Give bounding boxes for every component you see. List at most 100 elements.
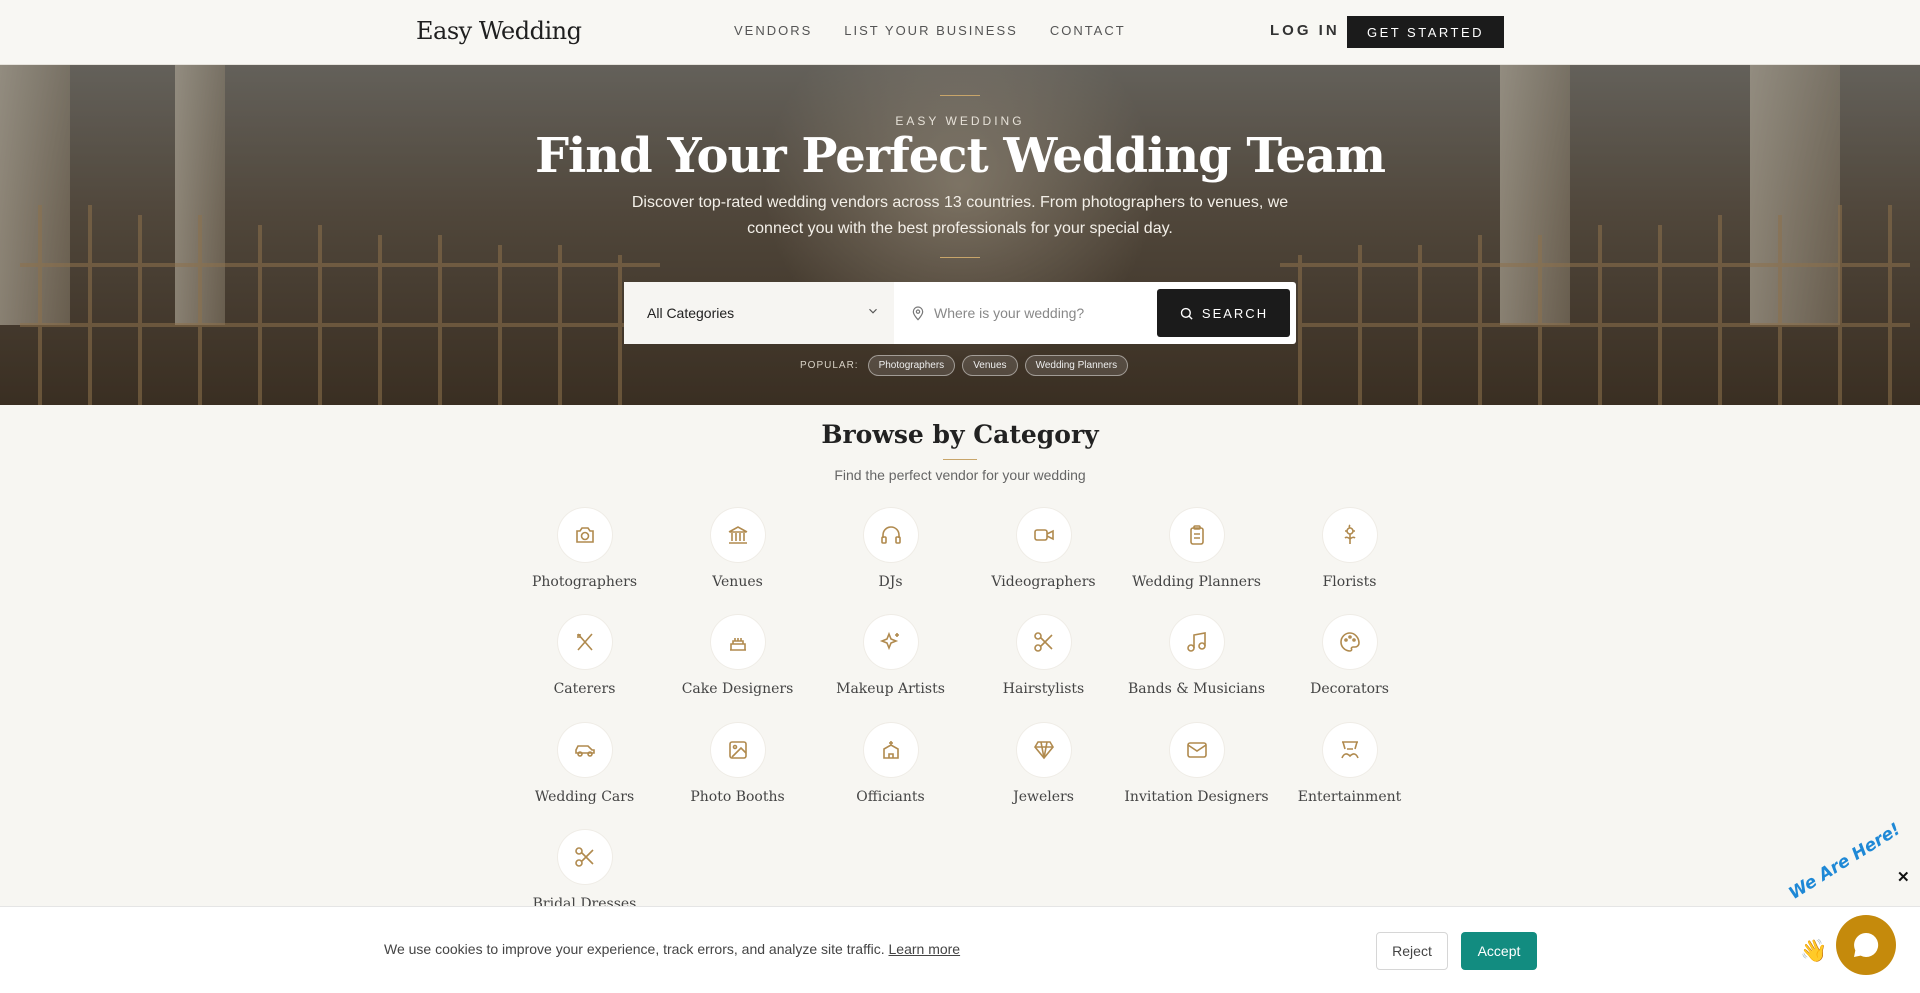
- category-card-officiants[interactable]: Officiants: [814, 723, 967, 805]
- music-icon: [1186, 632, 1206, 652]
- category-card-cake-designers[interactable]: Cake Designers: [661, 615, 814, 697]
- category-name: DJs: [878, 574, 903, 590]
- category-card-photographers[interactable]: Photographers: [508, 508, 661, 590]
- site-header: Easy Wedding VENDORS LIST YOUR BUSINESS …: [0, 0, 1920, 65]
- category-card-photo-booths[interactable]: Photo Booths: [661, 723, 814, 805]
- browse-divider: [943, 459, 977, 460]
- category-name: Videographers: [991, 574, 1096, 590]
- category-icon-circle: [1322, 615, 1377, 669]
- category-name: Bands & Musicians: [1127, 681, 1266, 697]
- popular-chip-photographers[interactable]: Photographers: [867, 355, 956, 376]
- clipboard-icon: [1189, 525, 1204, 545]
- car-icon: [574, 745, 595, 757]
- cookie-accept-button[interactable]: Accept: [1461, 932, 1537, 970]
- category-icon-circle: [863, 723, 918, 777]
- category-name: Officiants: [856, 789, 925, 805]
- category-name: Decorators: [1310, 681, 1389, 697]
- category-name: Entertainment: [1297, 789, 1402, 805]
- hero-divider-top: [940, 95, 980, 96]
- sparkles-icon: [879, 631, 899, 651]
- nav-vendors[interactable]: VENDORS: [734, 23, 812, 38]
- cookie-reject-button[interactable]: Reject: [1376, 932, 1448, 970]
- category-card-decorators[interactable]: Decorators: [1273, 615, 1426, 697]
- popular-chip-venues[interactable]: Venues: [962, 355, 1018, 376]
- cookie-learn-more-link[interactable]: Learn more: [889, 941, 961, 957]
- category-icon-circle: [1016, 723, 1071, 777]
- category-name: Photographers: [531, 574, 638, 590]
- category-card-bands-musicians[interactable]: Bands & Musicians: [1120, 615, 1273, 697]
- headphones-icon: [880, 526, 901, 544]
- landmark-icon: [728, 526, 747, 544]
- cookie-message: We use cookies to improve your experienc…: [384, 941, 960, 957]
- category-card-wedding-planners[interactable]: Wedding Planners: [1120, 508, 1273, 590]
- browse-subtitle: Find the perfect vendor for your wedding: [834, 467, 1086, 483]
- category-icon-circle: [557, 615, 612, 669]
- cake-icon: [729, 638, 746, 651]
- login-link[interactable]: LOG IN: [1270, 22, 1340, 39]
- drama-icon: [1340, 741, 1359, 759]
- category-card-wedding-cars[interactable]: Wedding Cars: [508, 723, 661, 805]
- category-icon-circle: [557, 723, 612, 777]
- category-card-djs[interactable]: DJs: [814, 508, 967, 590]
- image-icon: [728, 741, 747, 759]
- search-button[interactable]: SEARCH: [1157, 289, 1290, 337]
- category-card-jewelers[interactable]: Jewelers: [967, 723, 1120, 805]
- category-icon-circle: [1016, 508, 1071, 562]
- category-icon-circle: [863, 508, 918, 562]
- category-icon-circle: [710, 723, 765, 777]
- main-nav: VENDORS LIST YOUR BUSINESS CONTACT: [734, 23, 1126, 38]
- category-card-caterers[interactable]: Caterers: [508, 615, 661, 697]
- popular-searches: POPULAR: Photographers Venues Wedding Pl…: [800, 355, 1129, 376]
- chat-tagline: We Are Here!: [1785, 819, 1905, 904]
- category-card-makeup-artists[interactable]: Makeup Artists: [814, 615, 967, 697]
- church-icon: [882, 741, 899, 759]
- category-icon-circle: [1016, 615, 1071, 669]
- category-card-hairstylists[interactable]: Hairstylists: [967, 615, 1120, 697]
- hero-subtitle: Discover top-rated wedding vendors acros…: [631, 194, 1289, 237]
- category-select[interactable]: All Categories: [624, 282, 894, 344]
- chat-launcher-button[interactable]: [1836, 915, 1896, 975]
- site-logo[interactable]: Easy Wedding: [416, 17, 582, 45]
- category-card-entertainment[interactable]: Entertainment: [1273, 723, 1426, 805]
- category-card-florists[interactable]: Florists: [1273, 508, 1426, 590]
- search-button-label: SEARCH: [1201, 305, 1269, 321]
- category-card-bridal-dresses[interactable]: Bridal Dresses: [508, 830, 661, 912]
- cookie-text: We use cookies to improve your experienc…: [384, 941, 885, 957]
- category-card-videographers[interactable]: Videographers: [967, 508, 1120, 590]
- category-icon-circle: [1169, 508, 1224, 562]
- hero-eyebrow: EASY WEDDING: [895, 114, 1025, 128]
- browse-title: Browse by Category: [821, 420, 1099, 449]
- category-icon-circle: [557, 508, 612, 562]
- location-input[interactable]: [934, 305, 1134, 321]
- map-pin-icon: [912, 306, 924, 321]
- category-select-value: All Categories: [647, 305, 735, 321]
- nav-list-your-business[interactable]: LIST YOUR BUSINESS: [844, 23, 1018, 38]
- category-name: Jewelers: [1013, 789, 1074, 805]
- category-name: Invitation Designers: [1124, 789, 1269, 805]
- category-name: Makeup Artists: [836, 681, 945, 697]
- category-icon-circle: [1169, 723, 1224, 777]
- location-field: [910, 282, 1134, 344]
- category-icon-circle: [1169, 615, 1224, 669]
- palette-icon: [1339, 632, 1360, 652]
- get-started-button[interactable]: GET STARTED: [1347, 16, 1504, 48]
- category-card-venues[interactable]: Venues: [661, 508, 814, 590]
- category-name: Hairstylists: [1002, 681, 1085, 697]
- search-bar: All Categories SEARCH: [624, 282, 1296, 344]
- utensils-icon: [576, 633, 593, 651]
- camera-icon: [575, 527, 594, 543]
- scissors-icon: [1033, 632, 1053, 652]
- category-name: Cake Designers: [681, 681, 794, 697]
- scissors-icon: [574, 847, 594, 867]
- chevron-down-icon: [869, 308, 877, 314]
- category-card-invitation-designers[interactable]: Invitation Designers: [1120, 723, 1273, 805]
- chat-close-icon[interactable]: ✕: [1897, 868, 1910, 886]
- category-icon-circle: [710, 615, 765, 669]
- popular-label: POPULAR:: [800, 360, 859, 371]
- category-icon-circle: [1322, 508, 1377, 562]
- popular-chip-wedding-planners[interactable]: Wedding Planners: [1024, 355, 1129, 376]
- video-icon: [1033, 529, 1054, 541]
- category-name: Florists: [1322, 574, 1377, 590]
- flower-icon: [1343, 524, 1356, 544]
- nav-contact[interactable]: CONTACT: [1050, 23, 1126, 38]
